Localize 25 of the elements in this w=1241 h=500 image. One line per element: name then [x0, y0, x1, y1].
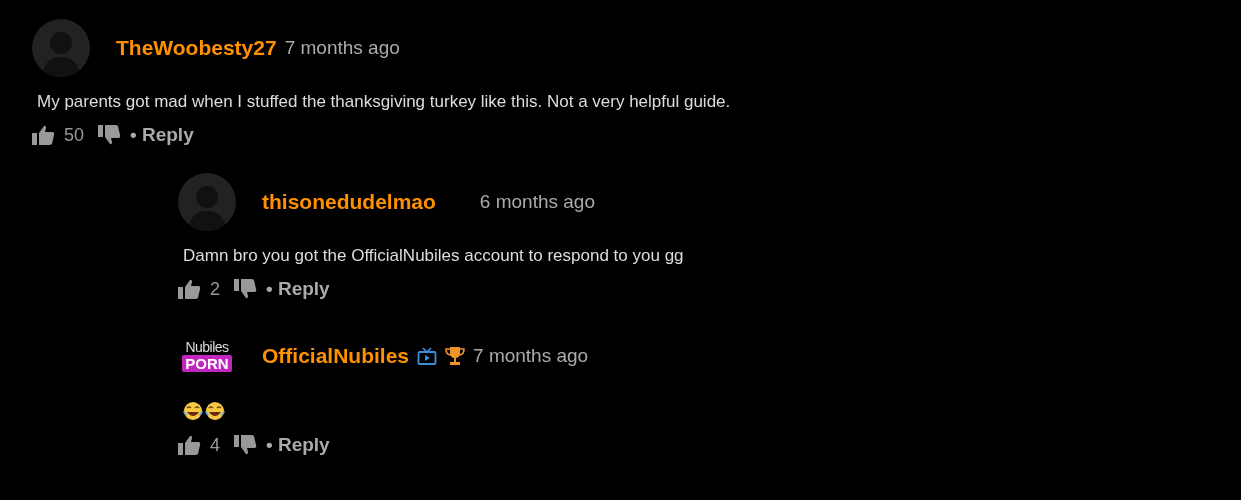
comment-text: Damn bro you got the OfficialNubiles account to respond to you gg — [183, 246, 685, 266]
thumbs-down-icon[interactable] — [98, 125, 123, 145]
tv-icon — [417, 346, 438, 366]
thumbs-up-icon[interactable] — [178, 279, 202, 299]
channel-logo[interactable]: Nubiles PORN — [178, 340, 236, 372]
timestamp: 7 months ago — [473, 345, 589, 367]
username[interactable]: thisonedudelmao — [262, 190, 436, 214]
reply-link[interactable]: • Reply — [266, 278, 330, 300]
laughing-emoji-icon — [182, 400, 204, 422]
laughing-emoji-icon — [204, 400, 226, 422]
thumbs-down-icon[interactable] — [234, 435, 258, 455]
thumbs-down-icon[interactable] — [234, 279, 258, 299]
comment-text: My parents got mad when I stuffed the thanksgiving turkey like this. Not a very helpful guide. — [37, 92, 732, 112]
timestamp: 6 months ago — [479, 191, 595, 213]
username[interactable]: OfficialNubiles — [262, 344, 410, 368]
username[interactable]: TheWoobesty27 — [116, 36, 277, 60]
reply-link[interactable]: • Reply — [266, 434, 330, 456]
trophy-icon — [445, 346, 466, 366]
thumbs-up-icon[interactable] — [178, 435, 202, 455]
like-count: 2 — [210, 278, 220, 300]
like-count: 50 — [64, 124, 85, 146]
reply-link[interactable]: • Reply — [130, 124, 194, 146]
timestamp: 7 months ago — [284, 37, 400, 59]
like-count: 4 — [210, 434, 220, 456]
thumbs-up-icon[interactable] — [32, 125, 56, 145]
